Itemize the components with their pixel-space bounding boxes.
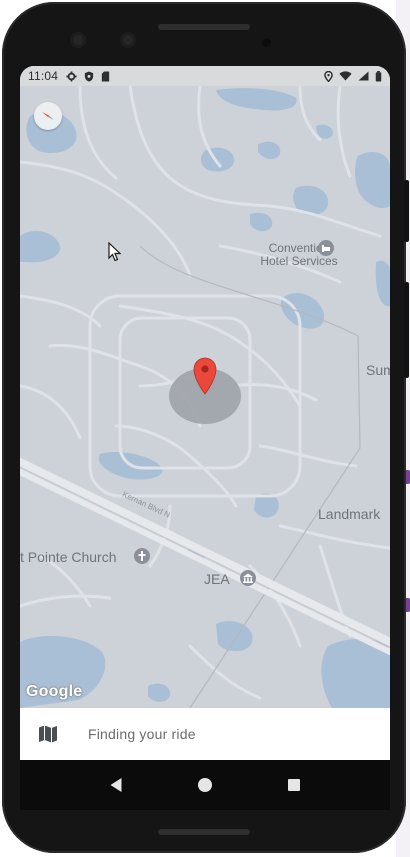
home-button[interactable] [197, 777, 213, 793]
back-button[interactable] [108, 777, 124, 793]
settings-icon [66, 70, 77, 82]
battery-icon [375, 70, 382, 82]
location-icon [324, 70, 333, 82]
compass-icon [42, 112, 54, 120]
ride-status-text: Finding your ride [88, 726, 196, 742]
shield-icon [84, 70, 94, 82]
map-label-church: t Pointe Church [20, 549, 117, 565]
earpiece-speaker [158, 24, 250, 30]
mouse-cursor-icon [108, 242, 122, 262]
map-label-landmark: Landmark [318, 506, 381, 522]
map-tiles [20, 86, 390, 708]
map-label-convention: Convention Hotel Services [260, 241, 338, 268]
home-icon [197, 778, 212, 792]
back-icon [110, 778, 122, 792]
volume-button [404, 282, 409, 378]
building-poi-icon[interactable] [240, 570, 256, 586]
proximity-sensor [262, 38, 271, 47]
power-button [404, 180, 409, 242]
compass-button[interactable] [34, 102, 62, 130]
map-view[interactable]: Kernan Blvd N Convention Hotel Services … [20, 86, 390, 708]
front-camera [70, 32, 86, 48]
wifi-icon [339, 71, 352, 81]
status-time: 11:04 [28, 69, 59, 83]
signal-icon [358, 71, 369, 81]
hotel-poi-icon[interactable] [318, 240, 334, 256]
screen: 11:04 Kernan Blvd N Convention Hotel Ser… [20, 66, 390, 810]
recents-icon [287, 779, 300, 791]
map-label-jea: JEA [204, 571, 230, 587]
church-poi-icon[interactable] [134, 548, 150, 564]
sim-card-icon [101, 70, 110, 82]
bottom-speaker [158, 829, 250, 835]
status-bar: 11:04 [20, 66, 390, 86]
map-icon[interactable] [38, 724, 58, 744]
navigation-bar [20, 760, 390, 810]
google-logo: Google [26, 683, 83, 700]
phone-frame: 11:04 Kernan Blvd N Convention Hotel Ser… [2, 2, 409, 853]
ride-status-panel: Finding your ride [20, 708, 390, 760]
front-camera-secondary [120, 32, 136, 48]
recents-button[interactable] [286, 777, 302, 793]
map-label-sum: Sum [366, 362, 390, 378]
